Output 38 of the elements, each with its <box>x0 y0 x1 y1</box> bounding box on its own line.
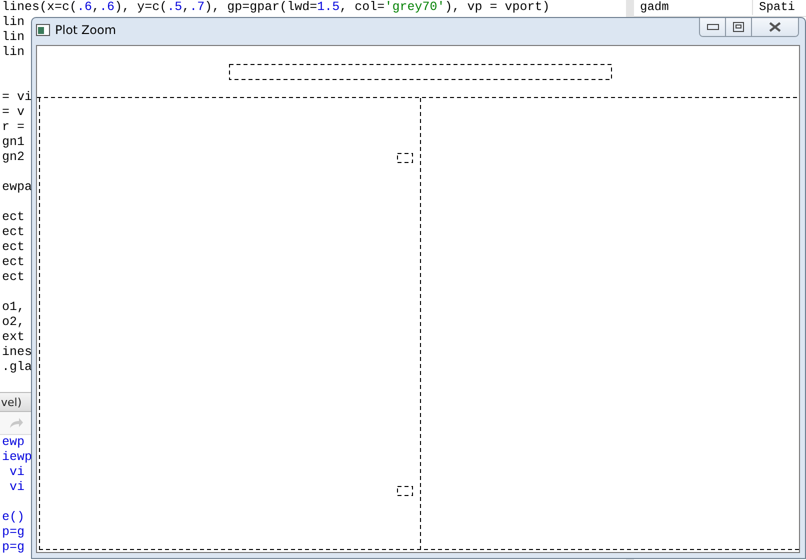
code-text: ewp <box>2 435 25 449</box>
code-text: ect <box>2 270 25 284</box>
code-text: ect <box>2 225 25 239</box>
code-text: ect <box>2 210 25 224</box>
code-text: vi <box>8 480 25 494</box>
maximize-button[interactable] <box>726 18 752 36</box>
code-text: ewpa <box>2 180 32 194</box>
column-header: gadm <box>634 0 753 15</box>
code-text: ect <box>2 240 25 254</box>
code-text: e() <box>2 510 25 524</box>
code-text: r = <box>2 120 25 134</box>
code-text: ines <box>2 345 32 359</box>
code-text: = vi <box>2 90 32 104</box>
code-text: o1, <box>2 300 25 314</box>
column-header: Spati <box>753 0 806 15</box>
close-icon <box>769 22 781 32</box>
code-text: .gla <box>2 360 32 374</box>
code-text: lin <box>2 30 25 44</box>
minimize-button[interactable] <box>700 18 726 36</box>
code-text: vi <box>8 465 25 479</box>
code-text: lin <box>2 15 25 29</box>
code-text: p=g <box>2 525 25 539</box>
code-text: = v <box>2 105 25 119</box>
pane-label: vel) <box>0 396 22 408</box>
minimize-icon <box>706 24 718 30</box>
window-icon <box>36 24 50 36</box>
code-text: p=g <box>2 540 25 554</box>
code-text: ect <box>2 255 25 269</box>
window-title: Plot Zoom <box>55 23 116 37</box>
code-text: iewp <box>2 450 32 464</box>
code-text: o2, <box>2 315 25 329</box>
close-button[interactable] <box>752 18 798 36</box>
code-line: lines(x=c(.6,.6), y=c(.5,.7), gp=gpar(lwd=1.5, col='grey70'), vp = vport) <box>1 0 551 15</box>
maximize-icon <box>733 22 744 32</box>
code-text: gn1 <box>2 135 25 149</box>
code-text: gn2 <box>2 150 25 164</box>
code-text: ext <box>2 330 25 344</box>
code-text: lin <box>2 45 25 59</box>
